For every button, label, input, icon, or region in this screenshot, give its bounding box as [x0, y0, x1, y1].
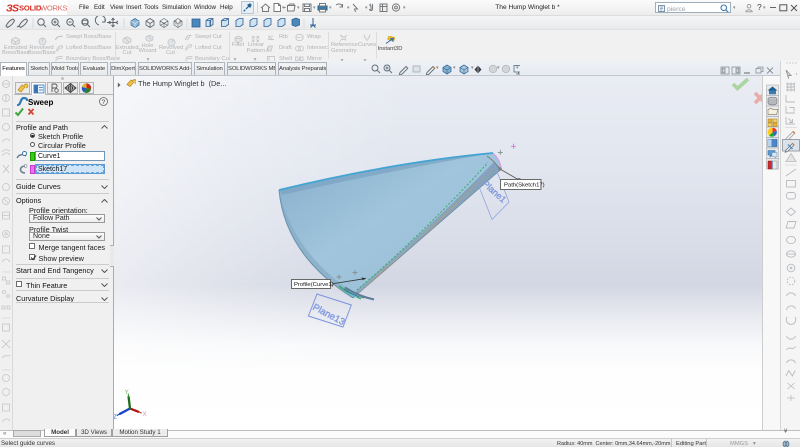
svg-text:Plane13: Plane13: [311, 302, 347, 328]
svg-text:X: X: [143, 411, 148, 418]
svg-text:Z: Z: [114, 414, 117, 421]
svg-text:Path(Sketch17): Path(Sketch17): [504, 183, 545, 189]
svg-text:WORKS: WORKS: [40, 4, 67, 13]
svg-text:ЗS: ЗS: [6, 3, 19, 15]
svg-text:SOLID: SOLID: [19, 4, 42, 13]
svg-text:Profile(Curve1): Profile(Curve1): [294, 282, 334, 288]
svg-text:?: ?: [102, 99, 106, 106]
